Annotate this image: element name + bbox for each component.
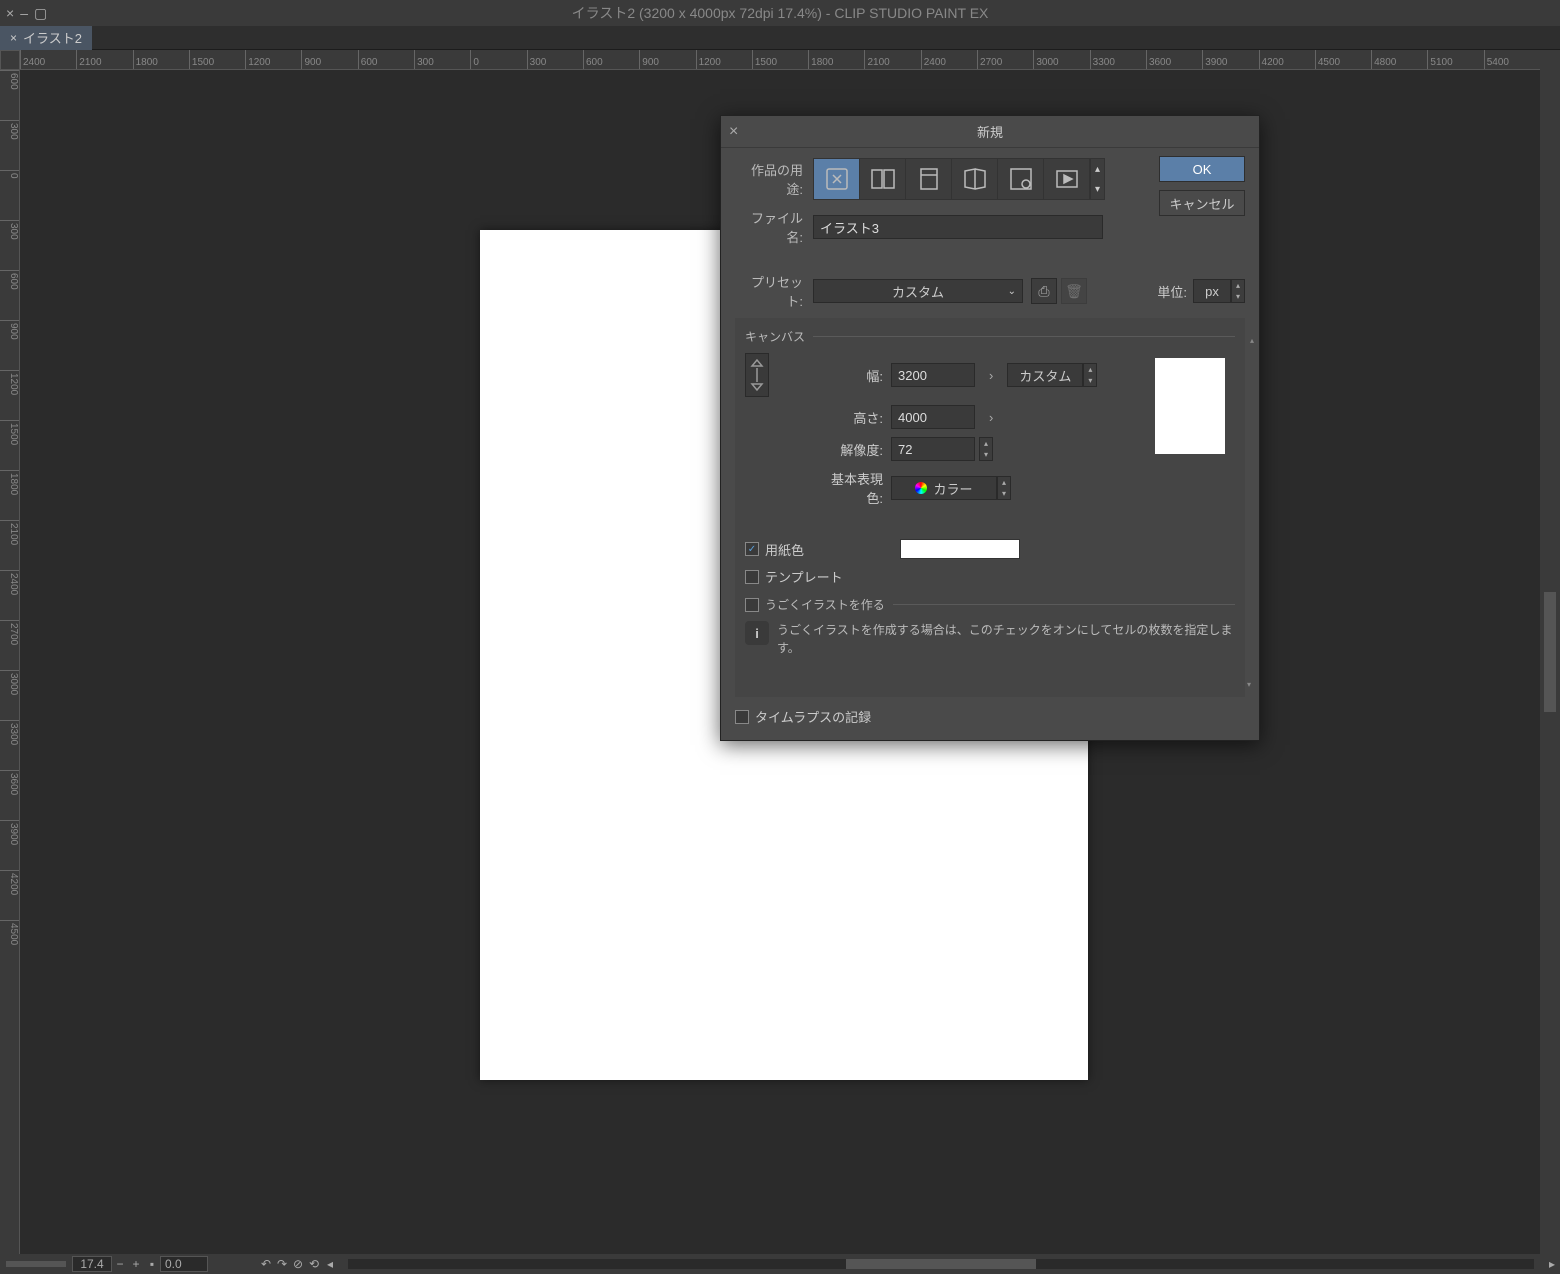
redo-icon[interactable]: ↷ xyxy=(274,1257,290,1271)
filename-label: ファイル名: xyxy=(735,208,813,246)
window-titlebar: × – ▢ イラスト2 (3200 x 4000px 72dpi 17.4%) … xyxy=(0,0,1560,26)
save-preset-button[interactable]: ⎙ xyxy=(1031,278,1057,304)
usage-animation-icon[interactable] xyxy=(1044,159,1090,199)
arrow-right-icon[interactable]: › xyxy=(989,410,993,425)
reset-rotation-icon[interactable]: ⊘ xyxy=(290,1257,306,1271)
vertical-scrollbar[interactable] xyxy=(1540,50,1560,1254)
usage-type-selector: ▴▾ xyxy=(813,158,1105,200)
document-tabs: × イラスト2 xyxy=(0,26,1560,50)
window-close-icon[interactable]: × xyxy=(6,5,14,22)
dialog-titlebar[interactable]: × 新規 xyxy=(721,116,1259,148)
window-maximize-icon[interactable]: ▢ xyxy=(34,5,47,22)
moving-illust-checkbox[interactable] xyxy=(745,598,759,612)
document-tab[interactable]: × イラスト2 xyxy=(0,26,92,50)
timelapse-checkbox[interactable] xyxy=(735,710,749,724)
resolution-label: 解像度: xyxy=(829,440,891,459)
canvas-preview xyxy=(1155,358,1225,454)
filename-input[interactable] xyxy=(813,215,1103,239)
timelapse-label: タイムラプスの記録 xyxy=(755,707,871,726)
resolution-stepper[interactable]: ▴▾ xyxy=(979,437,993,461)
paper-color-label: 用紙色 xyxy=(765,540,804,559)
ruler-vertical: 6003000300600900120015001800210024002700… xyxy=(0,70,20,1254)
basic-color-dropdown[interactable]: カラー xyxy=(891,476,997,500)
usage-label: 作品の用途: xyxy=(735,160,813,198)
canvas-settings-panel: キャンバス 幅: › カスタム ▴▾ 高さ: › 解像度 xyxy=(735,318,1245,697)
preset-label: プリセット: xyxy=(735,272,813,310)
dialog-title: 新規 xyxy=(977,122,1003,141)
delete-preset-button[interactable]: 🗑 xyxy=(1061,278,1087,304)
undo-icon[interactable]: ↶ xyxy=(258,1257,274,1271)
basic-color-label: 基本表現色: xyxy=(815,469,891,507)
template-label: テンプレート xyxy=(765,567,843,586)
dialog-inner-scrollbar[interactable]: ▴▾ xyxy=(1247,336,1257,690)
usage-illustration-icon[interactable] xyxy=(814,159,860,199)
arrow-right-icon[interactable]: ▸ xyxy=(1544,1257,1560,1271)
ruler-corner xyxy=(0,50,20,70)
window-title: イラスト2 (3200 x 4000px 72dpi 17.4%) - CLIP… xyxy=(572,3,989,23)
horizontal-scrollbar[interactable] xyxy=(348,1259,1534,1269)
zoom-value[interactable]: 17.4 xyxy=(72,1256,112,1272)
new-document-dialog: × 新規 OK キャンセル 作品の用途: ▴▾ ファイル名: プリセット: xyxy=(720,115,1260,741)
usage-book-icon[interactable] xyxy=(952,159,998,199)
tab-close-icon[interactable]: × xyxy=(10,31,17,45)
ruler-horizontal: 2400210018001500120090060030003006009001… xyxy=(20,50,1540,70)
window-minimize-icon[interactable]: – xyxy=(20,5,28,22)
width-label: 幅: xyxy=(829,366,891,385)
size-preset-stepper[interactable]: ▴▾ xyxy=(1083,363,1097,387)
height-input[interactable] xyxy=(891,405,975,429)
unit-dropdown[interactable]: px xyxy=(1193,279,1231,303)
resolution-input[interactable] xyxy=(891,437,975,461)
canvas-section-label: キャンバス xyxy=(745,328,805,345)
info-icon: i xyxy=(745,621,769,645)
arrow-right-icon[interactable]: › xyxy=(989,368,993,383)
usage-down-icon[interactable]: ▾ xyxy=(1090,179,1104,199)
height-label: 高さ: xyxy=(829,408,891,427)
usage-settings-icon[interactable] xyxy=(998,159,1044,199)
basic-color-stepper[interactable]: ▴▾ xyxy=(997,476,1011,500)
zoom-fit-button[interactable]: ▪ xyxy=(144,1257,160,1271)
usage-comic-icon[interactable] xyxy=(860,159,906,199)
template-checkbox[interactable] xyxy=(745,570,759,584)
zoom-in-button[interactable]: + xyxy=(128,1257,144,1271)
zoom-out-button[interactable]: − xyxy=(112,1257,128,1271)
size-preset-dropdown[interactable]: カスタム xyxy=(1007,363,1083,387)
moving-illust-label: うごくイラストを作る xyxy=(765,596,885,613)
unit-stepper[interactable]: ▴▾ xyxy=(1231,279,1245,303)
history-icon[interactable]: ⟲ xyxy=(306,1257,322,1271)
statusbar: 17.4 − + ▪ 0.0 ↶ ↷ ⊘ ⟲ ◂ ▸ xyxy=(0,1254,1560,1274)
unit-label: 単位: xyxy=(1157,282,1187,301)
rotation-value[interactable]: 0.0 xyxy=(160,1256,208,1272)
tab-label: イラスト2 xyxy=(23,28,82,47)
width-input[interactable] xyxy=(891,363,975,387)
cancel-button[interactable]: キャンセル xyxy=(1159,190,1245,216)
chevron-down-icon: ⌄ xyxy=(1008,286,1016,297)
usage-print-icon[interactable] xyxy=(906,159,952,199)
usage-up-icon[interactable]: ▴ xyxy=(1090,159,1104,179)
paper-color-checkbox[interactable]: ✓ xyxy=(745,542,759,556)
moving-illust-help: うごくイラストを作成する場合は、このチェックをオンにしてセルの枚数を指定します。 xyxy=(777,621,1235,657)
ok-button[interactable]: OK xyxy=(1159,156,1245,182)
orientation-button[interactable] xyxy=(745,353,769,397)
dialog-close-icon[interactable]: × xyxy=(729,123,738,141)
paper-color-well[interactable] xyxy=(900,539,1020,559)
arrow-left-icon[interactable]: ◂ xyxy=(322,1257,338,1271)
preset-dropdown[interactable]: カスタム⌄ xyxy=(813,279,1023,303)
zoom-slider[interactable] xyxy=(6,1261,66,1267)
